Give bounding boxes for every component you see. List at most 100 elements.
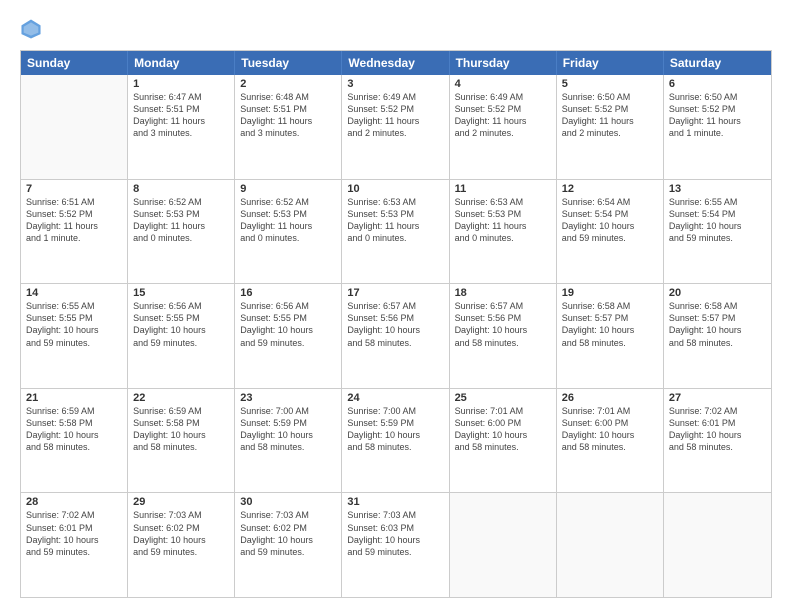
day-number: 18 (455, 287, 551, 299)
day-info: Sunrise: 6:56 AM Sunset: 5:55 PM Dayligh… (133, 300, 229, 349)
day-info: Sunrise: 7:00 AM Sunset: 5:59 PM Dayligh… (240, 405, 336, 454)
header-cell-sunday: Sunday (21, 51, 128, 75)
calendar-cell: 15Sunrise: 6:56 AM Sunset: 5:55 PM Dayli… (128, 284, 235, 388)
day-info: Sunrise: 6:55 AM Sunset: 5:55 PM Dayligh… (26, 300, 122, 349)
day-number: 31 (347, 496, 443, 508)
day-info: Sunrise: 7:02 AM Sunset: 6:01 PM Dayligh… (26, 509, 122, 558)
day-info: Sunrise: 6:59 AM Sunset: 5:58 PM Dayligh… (133, 405, 229, 454)
calendar-cell: 31Sunrise: 7:03 AM Sunset: 6:03 PM Dayli… (342, 493, 449, 597)
day-number: 17 (347, 287, 443, 299)
day-number: 24 (347, 392, 443, 404)
day-info: Sunrise: 6:50 AM Sunset: 5:52 PM Dayligh… (669, 91, 766, 140)
calendar-cell: 7Sunrise: 6:51 AM Sunset: 5:52 PM Daylig… (21, 180, 128, 284)
calendar-cell: 30Sunrise: 7:03 AM Sunset: 6:02 PM Dayli… (235, 493, 342, 597)
day-info: Sunrise: 6:57 AM Sunset: 5:56 PM Dayligh… (347, 300, 443, 349)
day-info: Sunrise: 6:59 AM Sunset: 5:58 PM Dayligh… (26, 405, 122, 454)
calendar-cell: 22Sunrise: 6:59 AM Sunset: 5:58 PM Dayli… (128, 389, 235, 493)
day-info: Sunrise: 6:50 AM Sunset: 5:52 PM Dayligh… (562, 91, 658, 140)
calendar-cell: 16Sunrise: 6:56 AM Sunset: 5:55 PM Dayli… (235, 284, 342, 388)
day-number: 6 (669, 78, 766, 90)
logo (20, 18, 44, 40)
day-info: Sunrise: 6:47 AM Sunset: 5:51 PM Dayligh… (133, 91, 229, 140)
day-info: Sunrise: 6:56 AM Sunset: 5:55 PM Dayligh… (240, 300, 336, 349)
calendar-cell: 1Sunrise: 6:47 AM Sunset: 5:51 PM Daylig… (128, 75, 235, 179)
calendar-cell: 10Sunrise: 6:53 AM Sunset: 5:53 PM Dayli… (342, 180, 449, 284)
day-number: 29 (133, 496, 229, 508)
day-info: Sunrise: 6:55 AM Sunset: 5:54 PM Dayligh… (669, 196, 766, 245)
day-info: Sunrise: 6:53 AM Sunset: 5:53 PM Dayligh… (347, 196, 443, 245)
day-number: 26 (562, 392, 658, 404)
day-number: 13 (669, 183, 766, 195)
day-number: 28 (26, 496, 122, 508)
calendar-cell: 11Sunrise: 6:53 AM Sunset: 5:53 PM Dayli… (450, 180, 557, 284)
day-number: 5 (562, 78, 658, 90)
calendar-cell: 21Sunrise: 6:59 AM Sunset: 5:58 PM Dayli… (21, 389, 128, 493)
page: SundayMondayTuesdayWednesdayThursdayFrid… (0, 0, 792, 612)
day-info: Sunrise: 6:52 AM Sunset: 5:53 PM Dayligh… (240, 196, 336, 245)
day-info: Sunrise: 6:57 AM Sunset: 5:56 PM Dayligh… (455, 300, 551, 349)
calendar-cell (664, 493, 771, 597)
day-number: 21 (26, 392, 122, 404)
day-number: 20 (669, 287, 766, 299)
day-number: 12 (562, 183, 658, 195)
calendar-cell: 25Sunrise: 7:01 AM Sunset: 6:00 PM Dayli… (450, 389, 557, 493)
calendar-cell: 9Sunrise: 6:52 AM Sunset: 5:53 PM Daylig… (235, 180, 342, 284)
day-info: Sunrise: 6:54 AM Sunset: 5:54 PM Dayligh… (562, 196, 658, 245)
day-number: 23 (240, 392, 336, 404)
header-cell-saturday: Saturday (664, 51, 771, 75)
day-number: 30 (240, 496, 336, 508)
day-info: Sunrise: 7:01 AM Sunset: 6:00 PM Dayligh… (562, 405, 658, 454)
calendar-cell: 8Sunrise: 6:52 AM Sunset: 5:53 PM Daylig… (128, 180, 235, 284)
calendar-cell: 6Sunrise: 6:50 AM Sunset: 5:52 PM Daylig… (664, 75, 771, 179)
calendar-body: 1Sunrise: 6:47 AM Sunset: 5:51 PM Daylig… (21, 75, 771, 597)
day-info: Sunrise: 6:53 AM Sunset: 5:53 PM Dayligh… (455, 196, 551, 245)
calendar-week-3: 14Sunrise: 6:55 AM Sunset: 5:55 PM Dayli… (21, 284, 771, 389)
header-cell-wednesday: Wednesday (342, 51, 449, 75)
calendar-cell: 13Sunrise: 6:55 AM Sunset: 5:54 PM Dayli… (664, 180, 771, 284)
calendar-cell: 17Sunrise: 6:57 AM Sunset: 5:56 PM Dayli… (342, 284, 449, 388)
day-info: Sunrise: 7:02 AM Sunset: 6:01 PM Dayligh… (669, 405, 766, 454)
day-info: Sunrise: 6:49 AM Sunset: 5:52 PM Dayligh… (455, 91, 551, 140)
calendar-cell: 20Sunrise: 6:58 AM Sunset: 5:57 PM Dayli… (664, 284, 771, 388)
generalblue-icon (20, 18, 42, 40)
day-number: 11 (455, 183, 551, 195)
calendar-cell: 24Sunrise: 7:00 AM Sunset: 5:59 PM Dayli… (342, 389, 449, 493)
day-number: 25 (455, 392, 551, 404)
day-info: Sunrise: 7:01 AM Sunset: 6:00 PM Dayligh… (455, 405, 551, 454)
calendar: SundayMondayTuesdayWednesdayThursdayFrid… (20, 50, 772, 598)
calendar-week-2: 7Sunrise: 6:51 AM Sunset: 5:52 PM Daylig… (21, 180, 771, 285)
day-info: Sunrise: 6:58 AM Sunset: 5:57 PM Dayligh… (562, 300, 658, 349)
calendar-cell: 28Sunrise: 7:02 AM Sunset: 6:01 PM Dayli… (21, 493, 128, 597)
calendar-cell: 4Sunrise: 6:49 AM Sunset: 5:52 PM Daylig… (450, 75, 557, 179)
day-info: Sunrise: 6:51 AM Sunset: 5:52 PM Dayligh… (26, 196, 122, 245)
calendar-cell: 12Sunrise: 6:54 AM Sunset: 5:54 PM Dayli… (557, 180, 664, 284)
calendar-cell: 5Sunrise: 6:50 AM Sunset: 5:52 PM Daylig… (557, 75, 664, 179)
header-cell-thursday: Thursday (450, 51, 557, 75)
calendar-cell: 14Sunrise: 6:55 AM Sunset: 5:55 PM Dayli… (21, 284, 128, 388)
header-cell-friday: Friday (557, 51, 664, 75)
day-number: 8 (133, 183, 229, 195)
calendar-cell: 27Sunrise: 7:02 AM Sunset: 6:01 PM Dayli… (664, 389, 771, 493)
calendar-header: SundayMondayTuesdayWednesdayThursdayFrid… (21, 51, 771, 75)
day-info: Sunrise: 6:49 AM Sunset: 5:52 PM Dayligh… (347, 91, 443, 140)
calendar-week-4: 21Sunrise: 6:59 AM Sunset: 5:58 PM Dayli… (21, 389, 771, 494)
header-cell-monday: Monday (128, 51, 235, 75)
day-info: Sunrise: 7:03 AM Sunset: 6:02 PM Dayligh… (133, 509, 229, 558)
header (20, 18, 772, 40)
day-info: Sunrise: 6:48 AM Sunset: 5:51 PM Dayligh… (240, 91, 336, 140)
calendar-cell (450, 493, 557, 597)
calendar-cell: 29Sunrise: 7:03 AM Sunset: 6:02 PM Dayli… (128, 493, 235, 597)
calendar-week-5: 28Sunrise: 7:02 AM Sunset: 6:01 PM Dayli… (21, 493, 771, 597)
day-info: Sunrise: 6:52 AM Sunset: 5:53 PM Dayligh… (133, 196, 229, 245)
calendar-cell (21, 75, 128, 179)
calendar-cell: 18Sunrise: 6:57 AM Sunset: 5:56 PM Dayli… (450, 284, 557, 388)
day-number: 19 (562, 287, 658, 299)
day-info: Sunrise: 7:03 AM Sunset: 6:03 PM Dayligh… (347, 509, 443, 558)
day-number: 10 (347, 183, 443, 195)
day-number: 22 (133, 392, 229, 404)
day-info: Sunrise: 7:03 AM Sunset: 6:02 PM Dayligh… (240, 509, 336, 558)
day-number: 3 (347, 78, 443, 90)
day-number: 9 (240, 183, 336, 195)
day-info: Sunrise: 7:00 AM Sunset: 5:59 PM Dayligh… (347, 405, 443, 454)
day-number: 2 (240, 78, 336, 90)
